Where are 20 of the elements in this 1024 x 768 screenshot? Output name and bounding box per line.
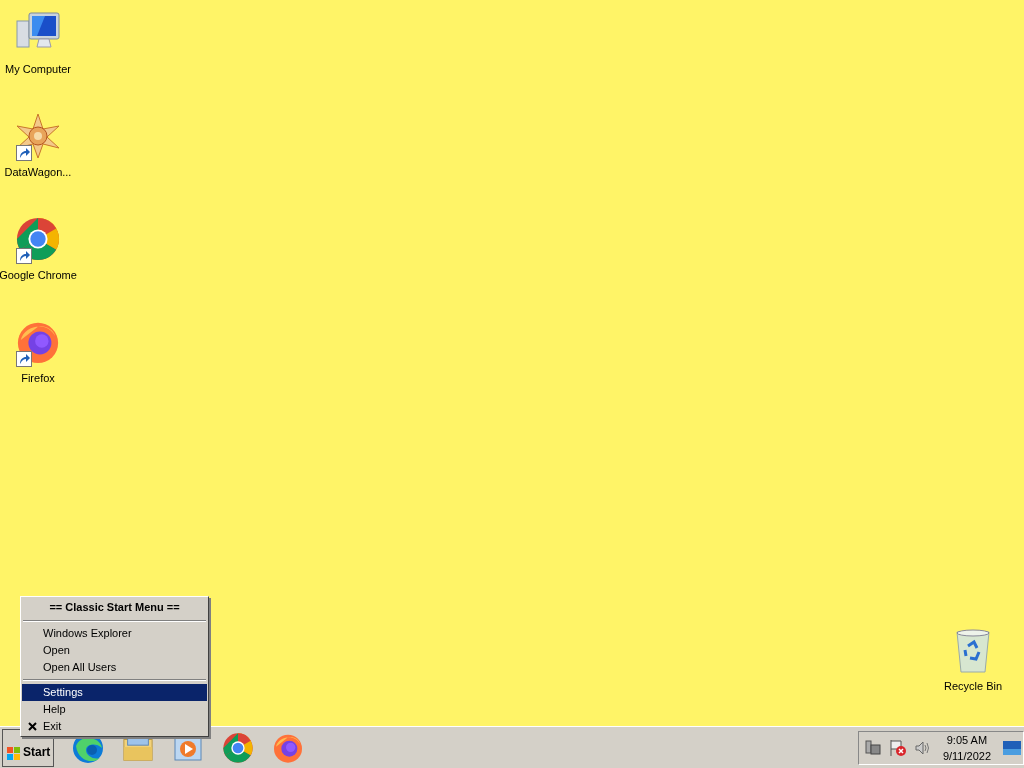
speaker-icon[interactable] [914, 739, 931, 756]
desktop-icon-label[interactable]: DataWagon... [4, 164, 72, 181]
desktop-icon-label[interactable]: My Computer [5, 61, 71, 78]
windows-logo-icon [7, 746, 21, 761]
recycle-bin-icon [953, 627, 993, 674]
chrome-taskbar-icon[interactable] [222, 731, 254, 764]
menu-item[interactable]: Settings [22, 684, 207, 701]
menu-item[interactable]: Open [22, 642, 207, 659]
menu-title: == Classic Start Menu == [48, 600, 181, 615]
flag-error-icon[interactable] [888, 738, 907, 757]
desktop-icon-label[interactable]: Recycle Bin [943, 677, 1003, 694]
menu-item[interactable]: Help [22, 701, 207, 718]
desktop-icon-label[interactable]: Google Chrome [0, 267, 77, 284]
clock[interactable]: 9:05 AM 9/11/2022 [938, 731, 995, 764]
menu-item[interactable]: Windows Explorer [22, 625, 207, 642]
desktop-icon-label[interactable]: Firefox [21, 370, 55, 387]
network-icon[interactable] [864, 739, 881, 756]
close-icon [28, 722, 37, 731]
menu-item[interactable]: Open All Users [22, 659, 207, 676]
show-desktop-icon[interactable] [1003, 740, 1021, 755]
